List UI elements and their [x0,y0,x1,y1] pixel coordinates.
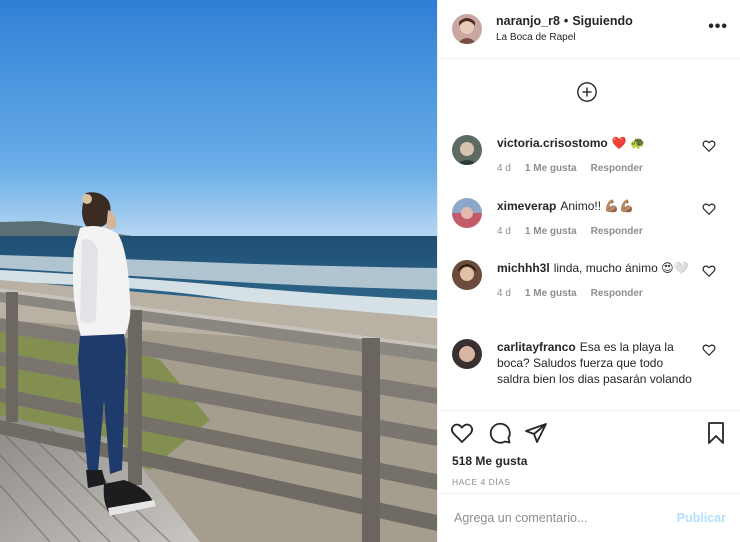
comment-age[interactable]: 4 d [497,163,511,174]
action-bar [438,410,740,451]
heart-icon[interactable] [702,264,716,278]
post-header: naranjo_r8 • Siguiendo La Boca de Rapel ••… [438,0,740,59]
reply-button[interactable]: Responder [591,226,643,237]
reply-button[interactable]: Responder [591,288,643,299]
commenter-avatar-image [452,339,482,369]
heart-icon[interactable] [702,139,716,153]
header-text: naranjo_r8 • Siguiendo La Boca de Rapel [496,14,633,44]
comment-age[interactable]: 4 d [497,226,511,237]
comment-input[interactable] [452,510,677,526]
post-side-panel: naranjo_r8 • Siguiendo La Boca de Rapel ••… [437,0,740,542]
likes-count[interactable]: 518 Me gusta [438,451,740,471]
comment-text: linda, mucho ánimo 😍🤍 [553,261,689,275]
comment-text: ❤️ 🐢 [611,136,645,150]
post-location[interactable]: La Boca de Rapel [496,32,633,44]
bookmark-icon[interactable] [704,421,728,445]
commenter-avatar[interactable] [452,198,482,228]
comment-likes[interactable]: 1 Me gusta [525,226,577,237]
author-avatar-image [452,14,482,44]
post-time: HACE 4 DÍAS [452,477,511,487]
comment-meta: 4 d 1 Me gusta Responder [497,286,698,302]
comment-meta: 4 d 1 Me gusta Responder [497,161,698,177]
comment-age[interactable]: 4 d [497,288,511,299]
comment-username[interactable]: michhh3l [497,261,550,275]
comment-item: michhh3l linda, mucho ánimo 😍🤍 4 d 1 Me gu… [452,260,728,322]
heart-icon[interactable] [702,202,716,216]
plus-circle-icon[interactable] [576,81,598,103]
heart-icon[interactable] [450,421,474,445]
add-comment-bar: Publicar [438,493,740,542]
header-line: naranjo_r8 • Siguiendo [496,14,633,29]
ellipsis-icon[interactable]: ••• [708,19,728,35]
comment-item: carlitayfranco Esa es la playa la boca? S… [452,339,728,409]
comments-list: victoria.crisostomo ❤️ 🐢 4 d 1 Me gusta Res… [438,59,740,410]
comment-item: ximeverap Animo!! 💪🏽💪🏽 4 d 1 Me gusta Respo… [452,198,728,248]
commenter-avatar[interactable] [452,135,482,165]
heart-icon[interactable] [702,343,716,357]
commenter-avatar[interactable] [452,339,482,369]
comment-username[interactable]: carlitayfranco [497,340,576,354]
commenter-avatar[interactable] [452,260,482,290]
author-username[interactable]: naranjo_r8 [496,14,560,28]
comment-meta: 4 d 1 Me gusta Responder [497,224,698,240]
comment-body: carlitayfranco Esa es la playa la boca? S… [497,339,698,387]
post-photo[interactable] [0,0,437,542]
publish-button[interactable]: Publicar [677,511,726,525]
comment-body: michhh3l linda, mucho ánimo 😍🤍 4 d 1 Me gu… [497,260,698,302]
comment-body: victoria.crisostomo ❤️ 🐢 4 d 1 Me gusta Res… [497,135,698,177]
follow-status[interactable]: Siguiendo [572,14,632,28]
comment-username[interactable]: ximeverap [497,199,556,213]
beach-photo-image [0,0,437,542]
commenter-avatar-image [452,260,482,290]
comment-body: ximeverap Animo!! 💪🏽💪🏽 4 d 1 Me gusta Respo… [497,198,698,240]
author-avatar[interactable] [452,14,482,44]
commenter-avatar-image [452,135,482,165]
comment-text: Animo!! 💪🏽💪🏽 [560,199,635,213]
comment-icon[interactable] [488,421,512,445]
commenter-avatar-image [452,198,482,228]
comment-likes[interactable]: 1 Me gusta [525,288,577,299]
paper-plane-icon[interactable] [524,421,548,445]
reply-button[interactable]: Responder [591,163,643,174]
comment-username[interactable]: victoria.crisostomo [497,136,608,150]
comment-likes[interactable]: 1 Me gusta [525,163,577,174]
header-separator: • [563,14,569,28]
comment-item: victoria.crisostomo ❤️ 🐢 4 d 1 Me gusta Res… [452,135,728,185]
instagram-post: naranjo_r8 • Siguiendo La Boca de Rapel ••… [0,0,740,542]
